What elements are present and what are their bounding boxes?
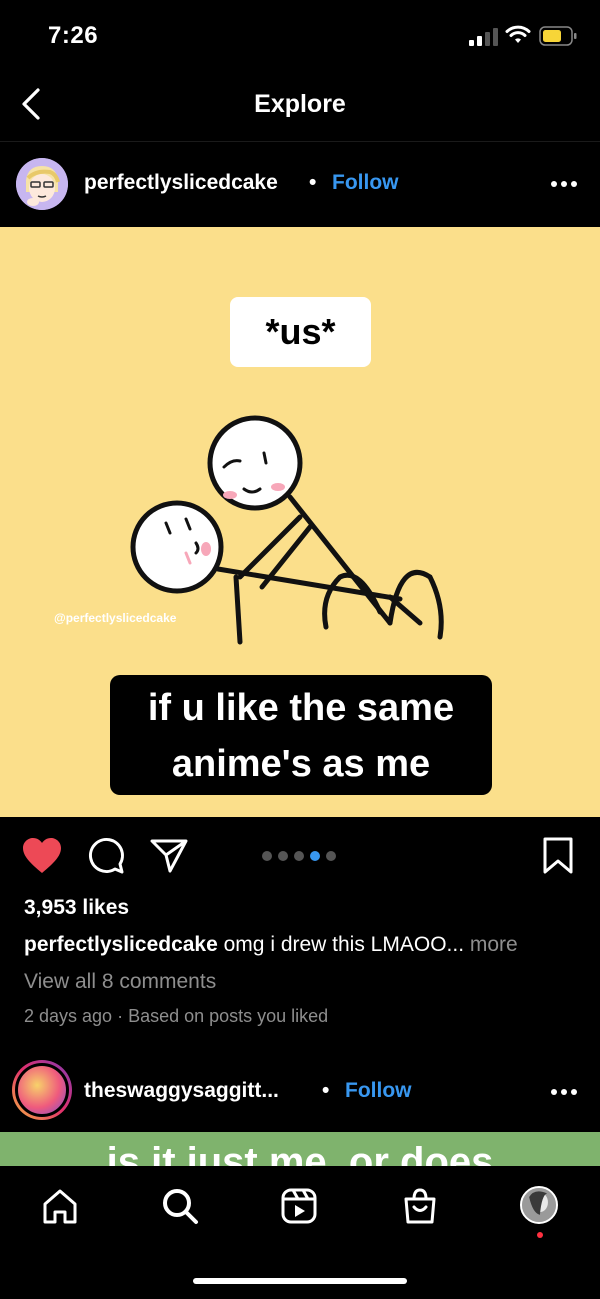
post-image[interactable]: *us* @perfectlyslicedcake if u like the … [0, 227, 600, 817]
more-options-icon[interactable] [548, 172, 580, 196]
post-header: perfectlyslicedcake • Follow [0, 142, 600, 227]
separator-dot: • [322, 1079, 330, 1102]
avatar-illustration [16, 158, 68, 210]
carousel-dot [294, 851, 304, 861]
avatar[interactable] [16, 158, 68, 210]
separator-dot: • [309, 171, 317, 194]
carousel-dot [278, 851, 288, 861]
carousel-dot-active [310, 851, 320, 861]
reels-icon[interactable] [279, 1186, 319, 1226]
image-caption-line-1: if u like the same [147, 687, 455, 729]
view-comments-link[interactable]: View all 8 comments [24, 970, 216, 994]
avatar[interactable] [12, 1060, 72, 1120]
image-watermark: @perfectlyslicedcake [54, 611, 177, 625]
notification-dot [537, 1232, 543, 1238]
heart-icon[interactable] [22, 837, 62, 875]
bookmark-icon[interactable] [542, 837, 574, 875]
cellular-signal-icon [469, 28, 498, 46]
image-top-label: *us* [230, 297, 371, 367]
post-username[interactable]: theswaggysaggitt... [84, 1079, 279, 1103]
post-actions [0, 817, 600, 897]
profile-avatar[interactable] [520, 1186, 558, 1224]
home-indicator [193, 1278, 407, 1284]
carousel-indicator [262, 851, 342, 865]
next-post-header: theswaggysaggitt... • Follow [0, 1050, 600, 1132]
carousel-dot [326, 851, 336, 861]
status-bar: 7:26 [0, 0, 600, 70]
wifi-icon [505, 25, 531, 43]
post-caption[interactable]: perfectlyslicedcake omg i drew this LMAO… [24, 933, 518, 957]
avatar-image [15, 1063, 69, 1117]
search-icon[interactable] [160, 1186, 200, 1226]
home-icon[interactable] [40, 1186, 80, 1226]
page-title: Explore [254, 90, 346, 118]
next-post-image-text: is it just me, or does [106, 1140, 494, 1166]
carousel-dot [262, 851, 272, 861]
follow-button[interactable]: Follow [345, 1079, 412, 1103]
likes-count[interactable]: 3,953 likes [24, 896, 129, 920]
battery-icon [539, 26, 577, 46]
tab-bar [0, 1166, 600, 1299]
caption-username[interactable]: perfectlyslicedcake [24, 933, 218, 956]
share-icon[interactable] [150, 837, 188, 875]
next-post-image[interactable]: is it just me, or does [0, 1132, 600, 1166]
post-meta: 2 days ago · Based on posts you liked [24, 1006, 329, 1026]
profile-avatar-image [522, 1188, 556, 1222]
nav-header: Explore [0, 70, 600, 142]
caption-more-link[interactable]: more [464, 933, 518, 956]
more-options-icon[interactable] [548, 1080, 580, 1104]
comment-icon[interactable] [87, 837, 125, 875]
caption-text: omg i drew this LMAOO... [217, 933, 465, 956]
image-caption: if u like the same anime's as me [110, 675, 492, 795]
post-username[interactable]: perfectlyslicedcake [84, 171, 278, 195]
follow-button[interactable]: Follow [332, 171, 399, 195]
status-time: 7:26 [48, 22, 99, 49]
image-caption-line-2: anime's as me [171, 743, 431, 785]
shop-icon[interactable] [400, 1186, 440, 1226]
